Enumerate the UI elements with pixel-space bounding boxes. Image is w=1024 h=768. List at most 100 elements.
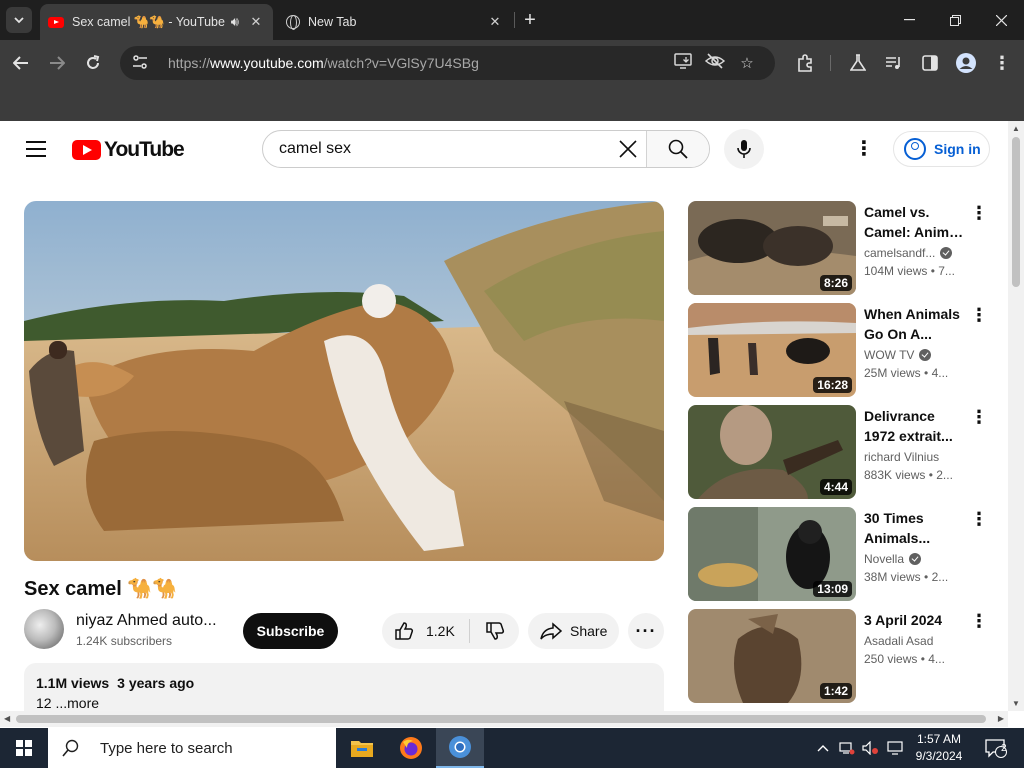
recommendation-item[interactable]: 13:09 30 Times Animals... Novella 38M vie…	[688, 507, 992, 601]
recommendation-meta: 104M views • 7...	[864, 264, 955, 278]
scroll-down-icon[interactable]: ▼	[1012, 699, 1020, 708]
globe-icon	[286, 15, 300, 30]
hamburger-menu-icon[interactable]	[26, 141, 46, 157]
toolbar-divider	[830, 55, 831, 71]
subscribe-button[interactable]: Subscribe	[243, 613, 338, 649]
back-button[interactable]	[8, 50, 34, 76]
network-icon[interactable]	[836, 728, 858, 768]
clear-search-icon[interactable]	[610, 131, 646, 167]
address-bar[interactable]: https://www.youtube.com/watch?v=VGlSy7U4…	[120, 46, 775, 80]
media-controls-icon[interactable]	[881, 50, 907, 76]
start-button[interactable]	[0, 728, 48, 768]
microphone-icon	[737, 140, 751, 158]
recommendation-title: When Animals Go On A...	[864, 306, 960, 342]
notification-center-button[interactable]: 2	[978, 728, 1014, 768]
file-explorer-button[interactable]	[338, 728, 386, 768]
recommendation-menu-icon[interactable]: ⋮	[970, 305, 988, 326]
more-horizontal-icon: ···	[635, 620, 657, 641]
video-thumbnail[interactable]: 16:28	[688, 303, 856, 397]
settings-kebab-icon[interactable]: ⋮	[854, 139, 874, 159]
video-thumbnail[interactable]: 8:26	[688, 201, 856, 295]
youtube-favicon-icon	[48, 16, 64, 28]
recommendation-item[interactable]: 16:28 When Animals Go On A... WOW TV 25M …	[688, 303, 992, 397]
search-box[interactable]: camel sex	[262, 130, 710, 168]
recommendation-menu-icon[interactable]: ⋮	[970, 407, 988, 428]
recommendation-item[interactable]: 8:26 Camel vs. Camel: Anima... camelsandf…	[688, 201, 992, 295]
firefox-button[interactable]	[387, 728, 435, 768]
description-preview[interactable]: 12 ...more	[36, 695, 652, 711]
video-thumbnail[interactable]: 13:09	[688, 507, 856, 601]
forward-button[interactable]	[44, 50, 70, 76]
dislike-button[interactable]	[470, 621, 519, 641]
site-info-icon[interactable]	[132, 54, 150, 72]
restore-icon	[949, 14, 961, 26]
close-window-button[interactable]	[978, 0, 1024, 40]
video-thumbnail[interactable]: 4:44	[688, 405, 856, 499]
recommendation-menu-icon[interactable]: ⋮	[970, 203, 988, 224]
minimize-icon	[903, 19, 915, 21]
more-actions-button[interactable]: ···	[628, 613, 664, 649]
taskbar-search[interactable]: Type here to search	[48, 728, 336, 768]
video-thumbnail[interactable]: 1:42	[688, 609, 856, 703]
vertical-scroll-thumb[interactable]	[1012, 137, 1020, 287]
scroll-right-icon[interactable]: ▶	[998, 714, 1004, 723]
video-duration: 8:26	[819, 275, 852, 291]
scroll-left-icon[interactable]: ◀	[4, 714, 10, 723]
recommendation-title: Delivrance 1972 extrait...	[864, 408, 953, 444]
share-arrow-icon	[540, 622, 562, 640]
system-clock[interactable]: 1:57 AM 9/3/2024	[902, 731, 976, 765]
arrow-right-icon	[50, 56, 65, 70]
channel-name[interactable]: niyaz Ahmed auto...	[76, 612, 224, 630]
browser-toolbar: https://www.youtube.com/watch?v=VGlSy7U4…	[0, 40, 1024, 86]
video-duration: 1:42	[819, 683, 852, 699]
chrome-button[interactable]	[436, 728, 484, 768]
bookmark-star-icon[interactable]: ☆	[731, 54, 763, 72]
recommendation-channel: richard Vilnius	[864, 450, 940, 464]
restore-button[interactable]	[932, 0, 978, 40]
url-text[interactable]: https://www.youtube.com/watch?v=VGlSy7U4…	[168, 55, 667, 71]
show-hidden-icons-chevron-icon[interactable]	[812, 728, 834, 768]
verified-badge-icon	[909, 553, 922, 565]
reload-button[interactable]	[80, 50, 106, 76]
labs-flask-icon[interactable]	[845, 50, 871, 76]
account-circle-icon	[904, 138, 926, 160]
recommendation-item[interactable]: 1:42 3 April 2024 Asadali Asad 250 views…	[688, 609, 992, 703]
notification-count: 2	[1001, 743, 1007, 754]
recommendation-channel: Novella	[864, 552, 922, 566]
new-tab-button[interactable]: +	[520, 10, 540, 30]
close-tab-icon[interactable]: ✕	[486, 13, 504, 31]
vertical-scrollbar[interactable]: ▲ ▼	[1008, 121, 1024, 711]
profile-avatar-icon[interactable]	[953, 50, 979, 76]
youtube-logo[interactable]: YouTube	[72, 138, 185, 162]
speaker-icon[interactable]: 🔊︎	[231, 14, 239, 30]
reload-icon	[87, 55, 100, 69]
install-app-icon[interactable]	[667, 53, 699, 73]
extensions-icon[interactable]	[792, 50, 818, 76]
tab-youtube[interactable]: Sex camel 🐪🐪 - YouTube 🔊︎ ✕	[40, 4, 273, 40]
recommendation-item[interactable]: 4:44 Delivrance 1972 extrait... richard V…	[688, 405, 992, 499]
view-stats: 1.1M views 3 years ago	[36, 675, 652, 691]
horizontal-scroll-thumb[interactable]	[16, 715, 986, 723]
search-input[interactable]: camel sex	[263, 131, 610, 167]
recommendation-menu-icon[interactable]: ⋮	[970, 611, 988, 632]
share-button[interactable]: Share	[528, 613, 619, 649]
close-tab-icon[interactable]: ✕	[247, 13, 265, 31]
minimize-button[interactable]	[886, 0, 932, 40]
voice-search-button[interactable]	[724, 129, 764, 169]
tab-search-button[interactable]	[6, 7, 32, 33]
video-player[interactable]	[24, 201, 664, 561]
search-button[interactable]	[646, 131, 709, 167]
tab-new-tab[interactable]: New Tab ✕	[276, 4, 514, 40]
horizontal-scrollbar[interactable]: ◀ ▶	[0, 711, 1008, 727]
volume-muted-icon[interactable]	[860, 728, 882, 768]
channel-avatar[interactable]	[24, 609, 64, 649]
browser-menu-icon[interactable]: ⋮	[989, 50, 1015, 76]
side-panel-icon[interactable]	[917, 50, 943, 76]
video-duration: 13:09	[813, 581, 852, 597]
eye-off-icon[interactable]	[699, 53, 731, 73]
like-button[interactable]: 1.2K	[382, 619, 470, 643]
tab-title: New Tab	[308, 15, 357, 29]
sign-in-button[interactable]: Sign in	[893, 131, 990, 167]
scroll-up-icon[interactable]: ▲	[1012, 124, 1020, 133]
recommendation-menu-icon[interactable]: ⋮	[970, 509, 988, 530]
